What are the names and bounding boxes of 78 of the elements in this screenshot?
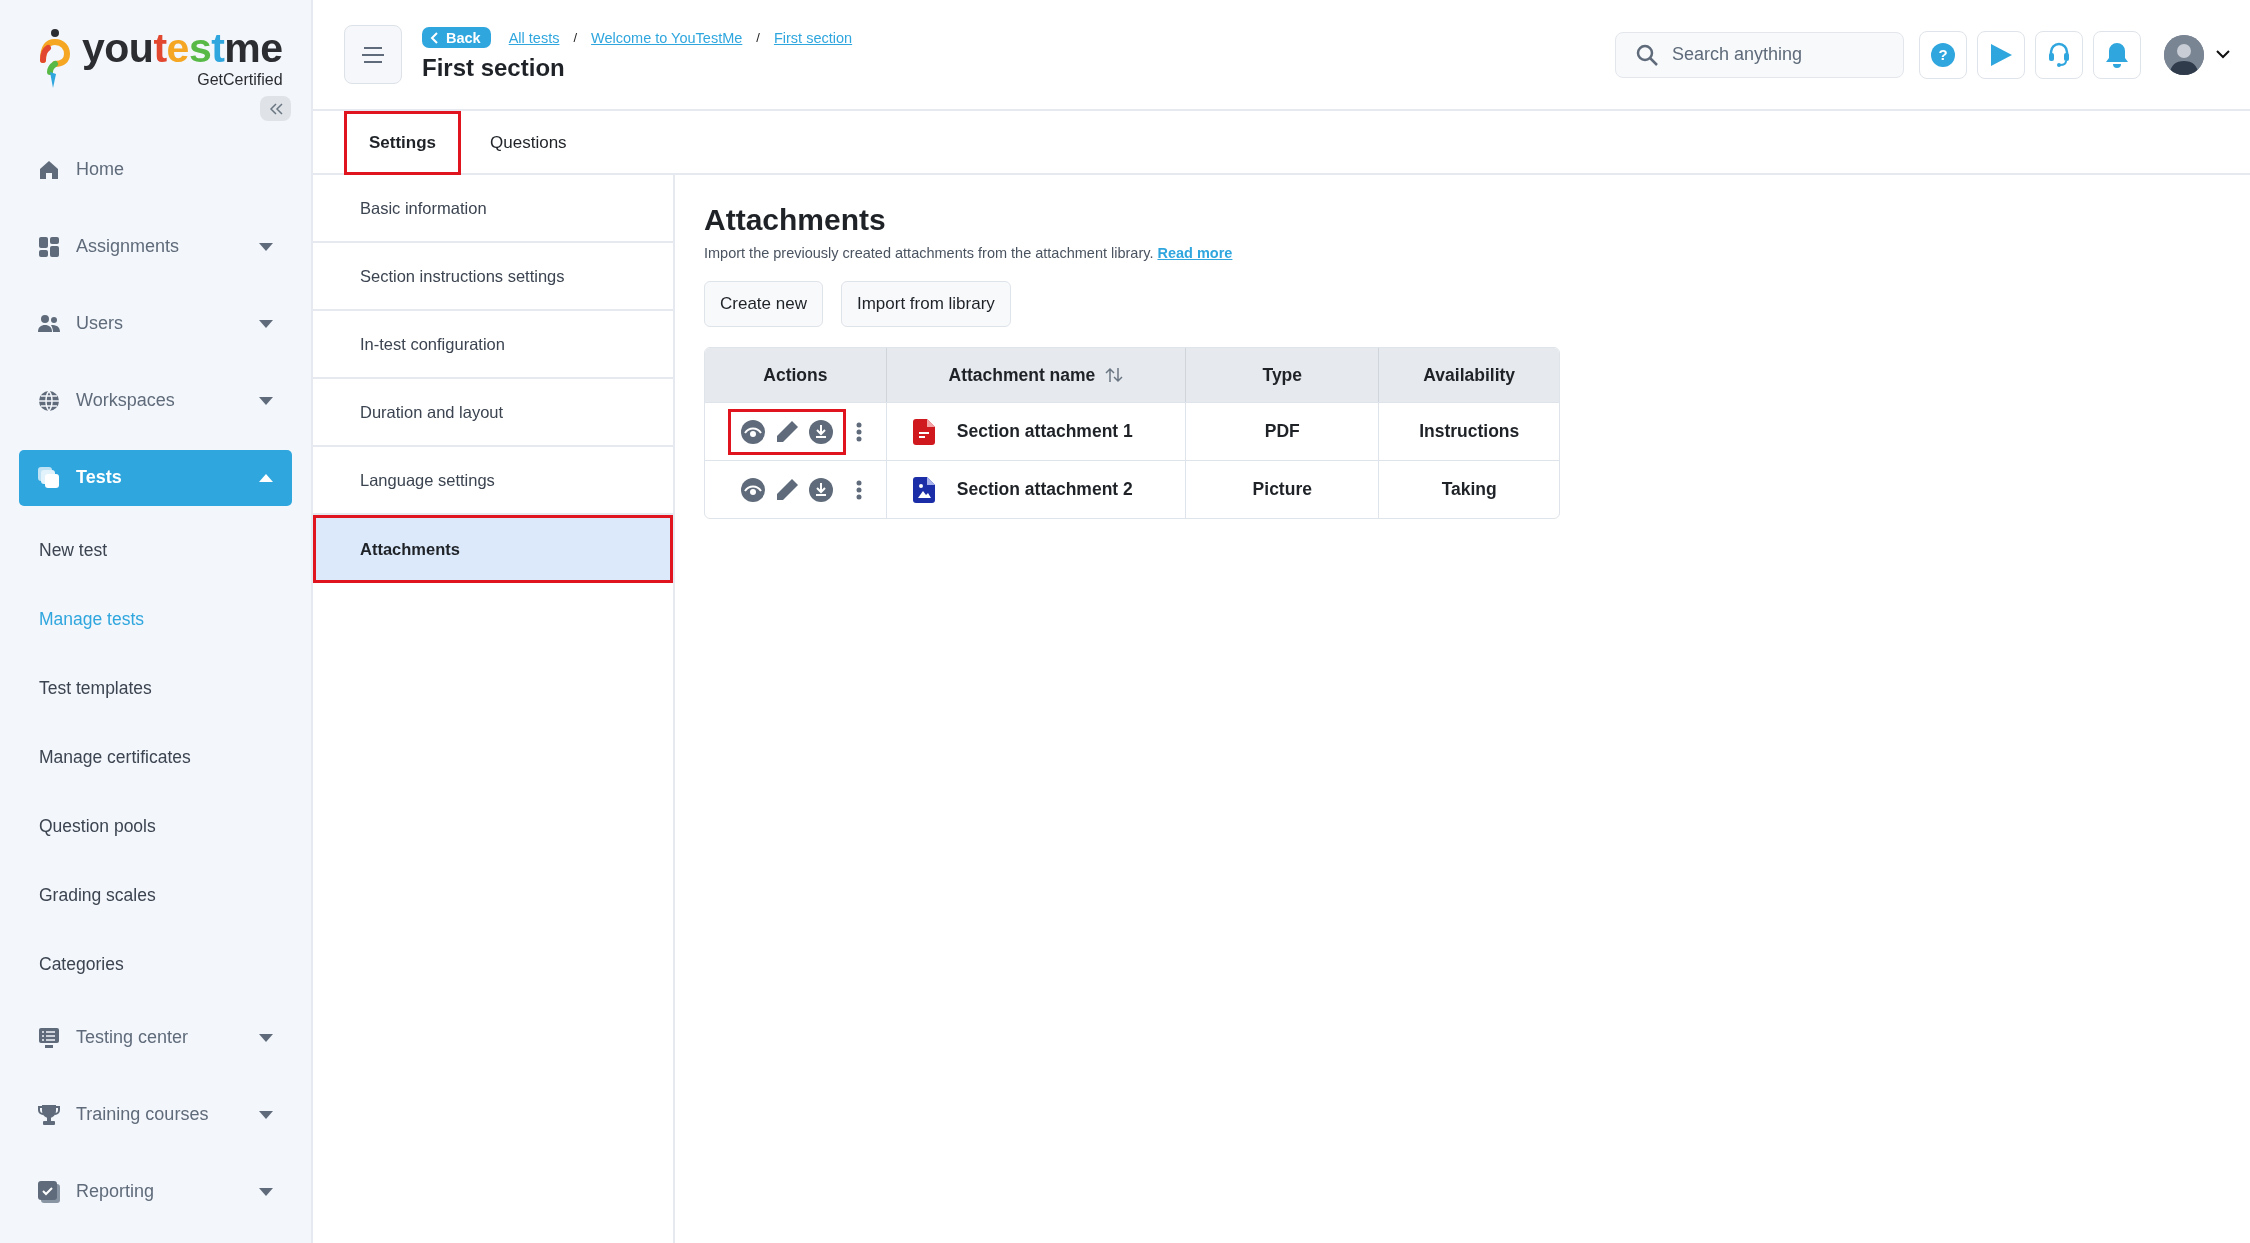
sidebar-item[interactable]: Training courses <box>19 1086 292 1143</box>
attachment-name: Section attachment 2 <box>956 479 1133 500</box>
breadcrumb-separator: / <box>756 30 760 45</box>
caret-icon <box>259 242 273 251</box>
table-cell: Taking <box>1441 479 1497 499</box>
logo-wordmark: youtestme <box>82 28 283 69</box>
globe-icon <box>37 388 61 413</box>
menu-button[interactable] <box>344 25 402 84</box>
monitor-icon <box>37 1025 61 1050</box>
column-header: Availability <box>1378 348 1559 402</box>
settings-nav-item[interactable]: Section instructions settings <box>313 243 673 311</box>
caret-icon <box>259 1033 273 1042</box>
table-cell: PDF <box>1264 421 1300 441</box>
collapse-button[interactable] <box>260 96 291 121</box>
sidebar-subitem[interactable]: Question pools <box>0 792 311 861</box>
caret-icon <box>259 319 273 328</box>
sidebar-subitem[interactable]: Manage certificates <box>0 723 311 792</box>
section-description: Import the previously created attachments from the attachment library. Read more <box>704 245 1234 261</box>
search-icon <box>1635 42 1659 67</box>
bell-icon <box>2104 40 2130 69</box>
sidebar-subitem[interactable]: Categories <box>0 930 311 999</box>
table-cell: Instructions <box>1419 421 1520 441</box>
pdf-file-icon <box>912 418 935 445</box>
menu-icon <box>361 45 385 64</box>
settings-nav-item[interactable]: In-test configuration <box>313 311 673 379</box>
logo-tagline: GetCertified <box>196 71 283 89</box>
sidebar-item[interactable]: Testing center <box>19 1009 292 1066</box>
tab[interactable]: Questions <box>465 111 592 175</box>
notifications-button[interactable] <box>2093 30 2141 79</box>
download-icon[interactable] <box>809 477 834 502</box>
sidebar-item[interactable]: Assignments <box>19 218 292 275</box>
section-title: Attachments <box>704 203 887 237</box>
download-icon[interactable] <box>809 419 834 444</box>
sort-icon[interactable] <box>1105 366 1124 383</box>
chevron-left-icon <box>430 31 438 44</box>
play-icon <box>1988 41 2014 68</box>
settings-nav-item[interactable]: Duration and layout <box>313 379 673 447</box>
action-button[interactable]: Create new <box>704 281 823 327</box>
breadcrumb-separator: / <box>573 30 578 45</box>
caret-icon <box>259 1187 273 1196</box>
dashboard-icon <box>37 234 61 259</box>
sidebar-item[interactable]: Workspaces <box>19 372 292 429</box>
eye-icon[interactable] <box>741 477 766 502</box>
image-file-icon <box>912 476 935 503</box>
play-button[interactable] <box>1977 30 2025 79</box>
more-icon[interactable] <box>856 421 863 442</box>
chevron-down-icon[interactable] <box>2216 50 2230 59</box>
caret-icon <box>259 473 273 482</box>
search-field[interactable]: Search anything <box>1615 31 1904 78</box>
sidebar-item[interactable]: Reporting <box>19 1163 292 1220</box>
page-title: First section <box>422 54 566 82</box>
caret-icon <box>259 396 273 405</box>
eye-icon[interactable] <box>741 419 766 444</box>
checkbox-report-icon <box>37 1179 61 1204</box>
sidebar-subitem[interactable]: Grading scales <box>0 861 311 930</box>
sidebar-item[interactable]: Home <box>19 141 292 198</box>
settings-nav-item[interactable]: Basic information <box>313 175 673 243</box>
headset-button[interactable] <box>2035 30 2083 79</box>
stacked-pages-icon <box>37 465 61 490</box>
pencil-icon[interactable] <box>775 477 800 502</box>
table-cell: Picture <box>1252 479 1312 499</box>
action-button[interactable]: Import from library <box>840 281 1011 327</box>
settings-nav-item[interactable]: Attachments <box>313 515 673 583</box>
double-chevron-left-icon <box>267 102 284 115</box>
trophy-icon <box>37 1102 61 1127</box>
tab[interactable]: Settings <box>344 111 462 175</box>
column-header[interactable]: Attachment name <box>885 348 1186 402</box>
attachment-name: Section attachment 1 <box>956 421 1133 442</box>
more-icon[interactable] <box>856 479 863 500</box>
sidebar-item[interactable]: Users <box>19 295 292 352</box>
pencil-icon[interactable] <box>775 419 800 444</box>
sidebar-subitem[interactable]: New test <box>0 516 311 585</box>
caret-icon <box>259 1110 273 1119</box>
sidebar-subitem[interactable]: Test templates <box>0 654 311 723</box>
avatar[interactable] <box>2164 34 2204 75</box>
column-header: Type <box>1185 348 1379 402</box>
headset-icon <box>2048 41 2070 68</box>
column-header: Actions <box>705 348 886 402</box>
